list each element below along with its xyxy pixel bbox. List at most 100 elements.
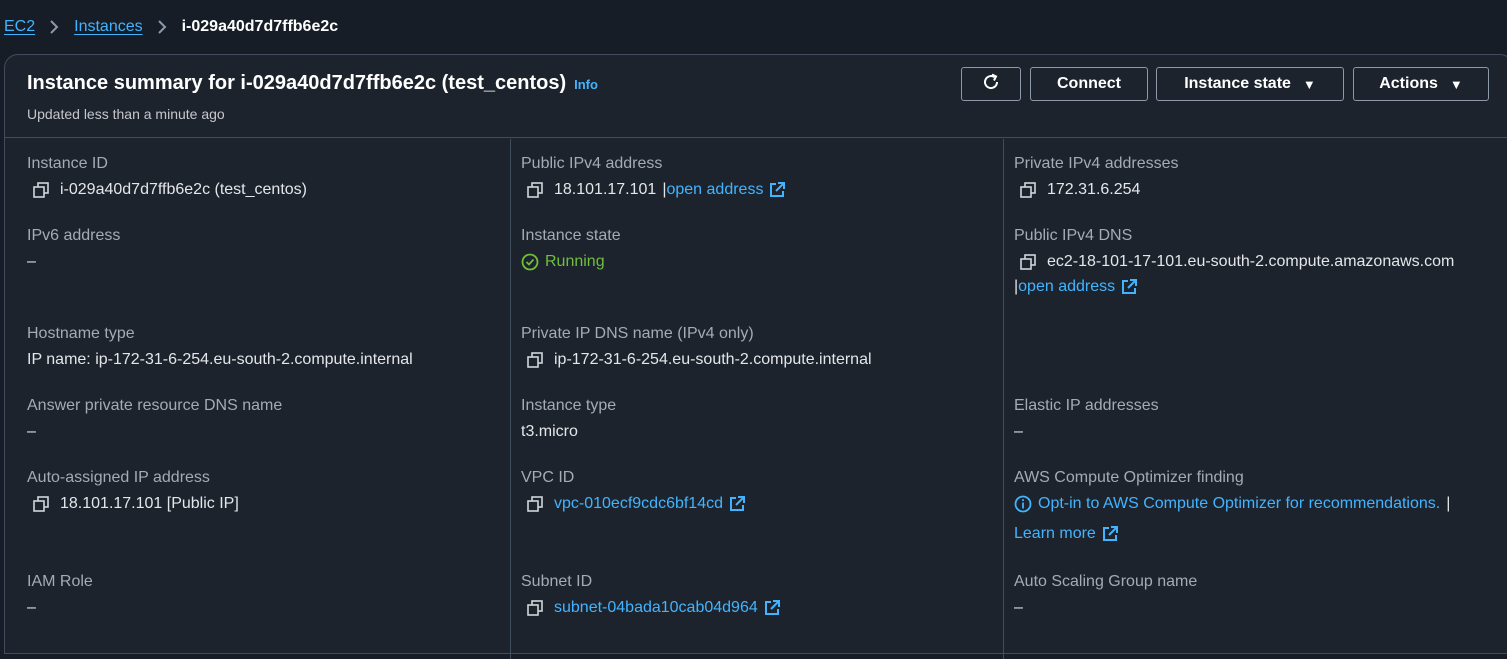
actions-label: Actions [1379, 75, 1438, 92]
column-divider [1003, 139, 1004, 659]
instance-state-value: Running [545, 253, 605, 270]
field-value: 18.101.17.101 [Public IP] [27, 495, 239, 513]
field-label: Instance state [521, 227, 621, 244]
field-vpc-id: VPC ID vpc-010ecf9cdc6bf14cd [521, 469, 746, 513]
check-circle-icon [521, 253, 539, 271]
field-instance-state: Instance state Running [521, 227, 621, 271]
field-hostname-type: Hostname type IP name: ip-172-31-6-254.e… [27, 325, 413, 369]
breadcrumb-current: i-029a40d7d7ffb6e2c [181, 18, 339, 35]
copy-icon[interactable] [1019, 181, 1037, 199]
field-optimizer: AWS Compute Optimizer finding Opt-in to … [1014, 469, 1450, 543]
external-link-icon [1120, 278, 1138, 296]
field-value-line2: Learn more [1014, 525, 1450, 543]
instance-state-dropdown[interactable]: Instance state ▼ [1156, 67, 1344, 101]
refresh-button[interactable] [961, 67, 1021, 101]
field-instance-id: Instance ID i-029a40d7d7ffb6e2c (test_ce… [27, 155, 307, 199]
field-value: 172.31.6.254 [1014, 181, 1179, 199]
field-label: IAM Role [27, 573, 93, 590]
asg-name-value: – [1014, 599, 1023, 616]
learn-more-link[interactable]: Learn more [1014, 525, 1096, 543]
field-auto-ip: Auto-assigned IP address 18.101.17.101 [… [27, 469, 239, 513]
private-dns-value: ip-172-31-6-254.eu-south-2.compute.inter… [554, 351, 872, 368]
copy-icon[interactable] [32, 181, 50, 199]
copy-icon[interactable] [526, 351, 544, 369]
field-value: 18.101.17.101 | open address [521, 181, 786, 199]
field-private-dns: Private IP DNS name (IPv4 only) ip-172-3… [521, 325, 872, 369]
breadcrumb-ec2-link[interactable]: EC2 [4, 18, 35, 36]
subnet-id-link[interactable]: subnet-04bada10cab04d964 [554, 599, 758, 617]
auto-ip-value: 18.101.17.101 [Public IP] [60, 495, 239, 512]
iam-role-value: – [27, 599, 36, 616]
breadcrumb-instances-link[interactable]: Instances [74, 18, 142, 36]
field-label: Instance ID [27, 155, 108, 172]
external-link-icon [1101, 525, 1119, 543]
public-ipv4-value: 18.101.17.101 [554, 181, 657, 198]
hostname-type-value: IP name: ip-172-31-6-254.eu-south-2.comp… [27, 351, 413, 368]
field-label: Public IPv4 DNS [1014, 227, 1133, 244]
external-link-icon [768, 181, 786, 199]
last-updated-text: Updated less than a minute ago [27, 106, 225, 122]
open-address-link[interactable]: open address [1018, 278, 1115, 296]
panel-header: Instance summary for i-029a40d7d7ffb6e2c… [5, 55, 1507, 138]
breadcrumb: EC2 Instances i-029a40d7d7ffb6e2c [0, 0, 1507, 54]
field-label: VPC ID [521, 469, 575, 486]
external-link-icon [728, 495, 746, 513]
field-label: Answer private resource DNS name [27, 397, 283, 414]
separator: | [1446, 495, 1451, 512]
field-label: IPv6 address [27, 227, 121, 244]
field-value: ip-172-31-6-254.eu-south-2.compute.inter… [521, 351, 872, 369]
field-label: Auto Scaling Group name [1014, 573, 1198, 590]
refresh-icon [981, 72, 1001, 97]
elastic-ip-value: – [1014, 423, 1023, 440]
answer-dns-value: – [27, 423, 36, 440]
actions-dropdown[interactable]: Actions ▼ [1353, 67, 1489, 101]
public-dns-value: ec2-18-101-17-101.eu-south-2.compute.ama… [1047, 253, 1455, 270]
field-elastic-ip: Elastic IP addresses – [1014, 397, 1159, 441]
field-value: subnet-04bada10cab04d964 [521, 599, 781, 617]
field-label: Public IPv4 address [521, 155, 663, 172]
field-instance-type: Instance type t3.micro [521, 397, 616, 441]
chevron-right-icon [49, 19, 59, 35]
field-value: vpc-010ecf9cdc6bf14cd [521, 495, 746, 513]
page-title: Instance summary for i-029a40d7d7ffb6e2c… [27, 72, 598, 95]
field-answer-dns: Answer private resource DNS name – [27, 397, 282, 441]
field-value: Running [521, 253, 621, 271]
external-link-icon [763, 599, 781, 617]
field-subnet-id: Subnet ID subnet-04bada10cab04d964 [521, 573, 781, 617]
instance-id-value: i-029a40d7d7ffb6e2c (test_centos) [60, 181, 307, 198]
field-iam-role: IAM Role – [27, 573, 93, 617]
field-label: Private IP DNS name (IPv4 only) [521, 325, 754, 342]
copy-icon[interactable] [526, 599, 544, 617]
copy-icon[interactable] [32, 495, 50, 513]
info-link[interactable]: Info [574, 77, 598, 92]
field-label: Elastic IP addresses [1014, 397, 1159, 414]
instance-summary-panel: Instance summary for i-029a40d7d7ffb6e2c… [4, 54, 1507, 659]
info-circle-icon [1014, 495, 1032, 513]
field-label: Instance type [521, 397, 617, 414]
field-value: Opt-in to AWS Compute Optimizer for reco… [1014, 495, 1450, 513]
vpc-id-link[interactable]: vpc-010ecf9cdc6bf14cd [554, 495, 723, 513]
open-address-link[interactable]: open address [666, 181, 763, 199]
field-public-dns: Public IPv4 DNS ec2-18-101-17-101.eu-sou… [1014, 227, 1454, 296]
field-label: Subnet ID [521, 573, 593, 590]
field-value-line2: | open address [1014, 278, 1454, 296]
field-value: ec2-18-101-17-101.eu-south-2.compute.ama… [1014, 253, 1454, 271]
connect-button[interactable]: Connect [1030, 67, 1148, 101]
details-grid: Instance ID i-029a40d7d7ffb6e2c (test_ce… [5, 139, 1507, 659]
field-label: Hostname type [27, 325, 135, 342]
field-label: AWS Compute Optimizer finding [1014, 469, 1244, 486]
field-public-ipv4: Public IPv4 address 18.101.17.101 | open… [521, 155, 786, 199]
optimizer-opt-in-link[interactable]: Opt-in to AWS Compute Optimizer for reco… [1038, 495, 1440, 513]
column-divider [510, 139, 511, 659]
instance-type-value: t3.micro [521, 423, 578, 440]
page-title-text: Instance summary for i-029a40d7d7ffb6e2c… [27, 72, 567, 94]
copy-icon[interactable] [526, 495, 544, 513]
ipv6-value: – [27, 253, 36, 270]
copy-icon[interactable] [1019, 253, 1037, 271]
instance-state-label: Instance state [1184, 75, 1291, 92]
copy-icon[interactable] [526, 181, 544, 199]
field-label: Private IPv4 addresses [1014, 155, 1179, 172]
field-label: Auto-assigned IP address [27, 469, 210, 486]
field-private-ipv4: Private IPv4 addresses 172.31.6.254 [1014, 155, 1179, 199]
caret-down-icon: ▼ [1302, 76, 1316, 92]
